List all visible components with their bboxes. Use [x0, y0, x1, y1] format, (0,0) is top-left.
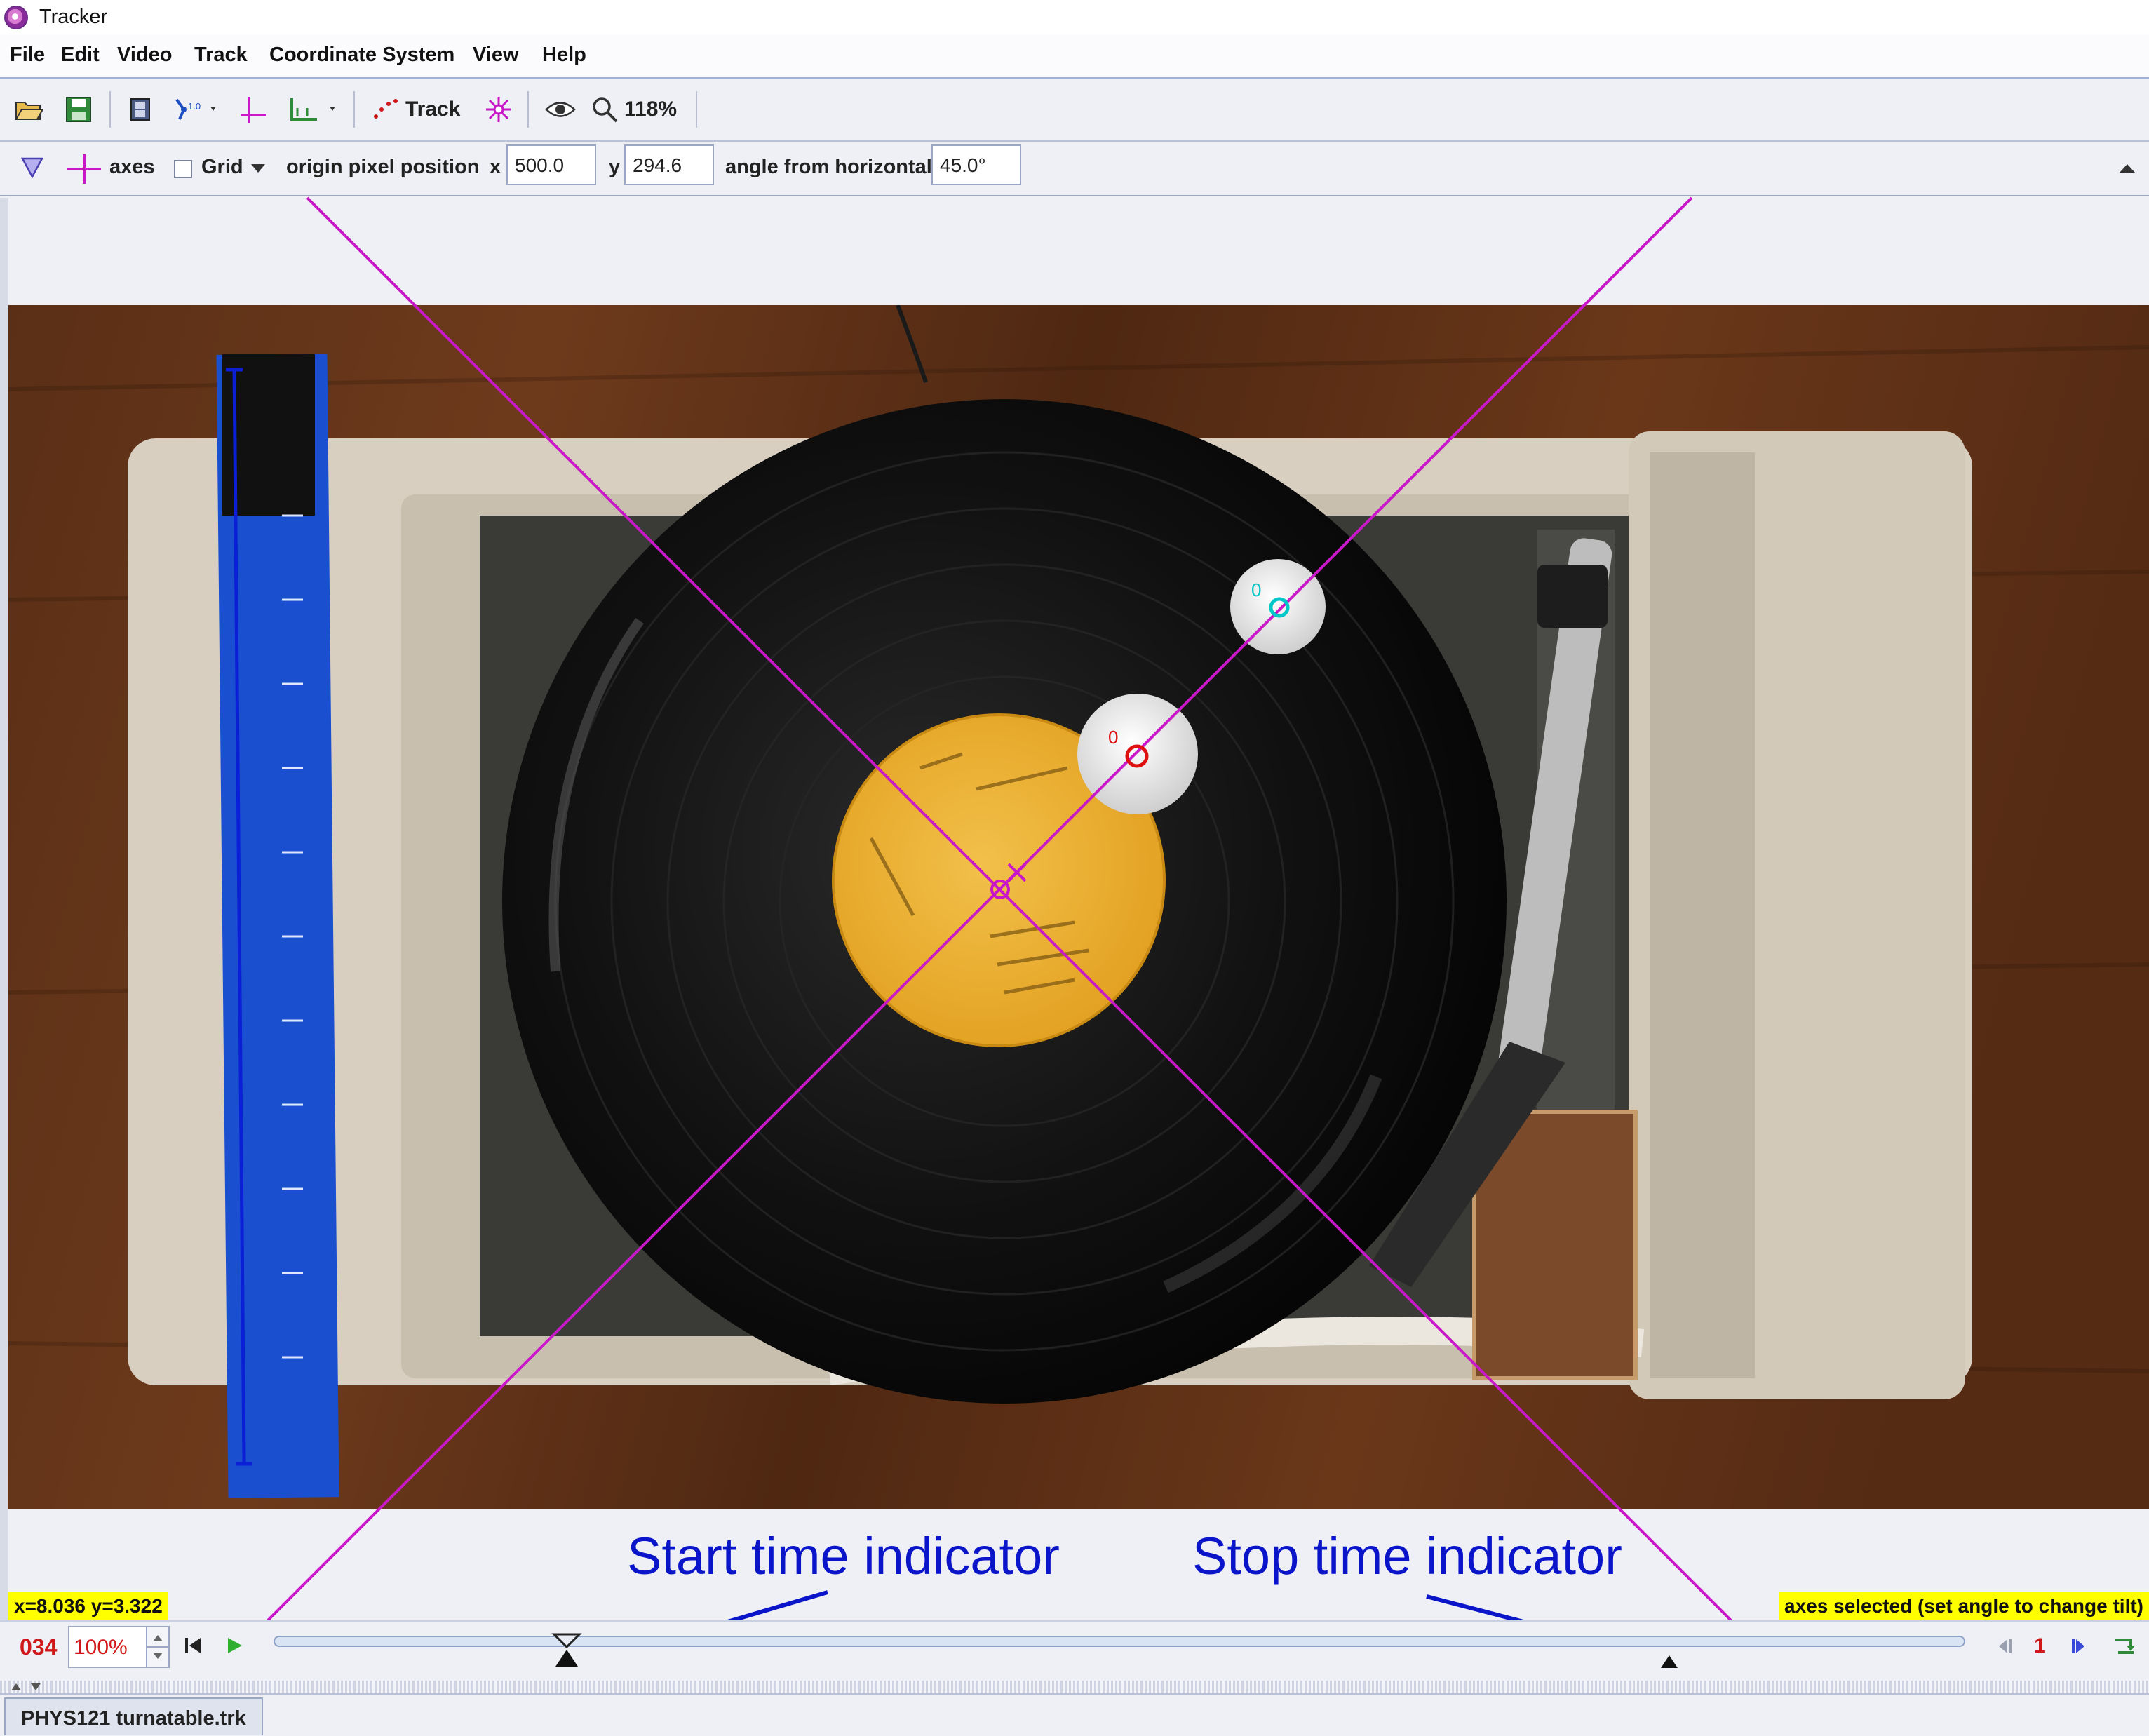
menu-coordinate-system[interactable]: Coordinate System — [269, 43, 454, 67]
toolbar-separator — [696, 91, 697, 128]
zoom-button[interactable]: 118% — [591, 90, 689, 129]
stop-time-indicator-icon[interactable] — [1659, 1654, 1679, 1673]
menu-view[interactable]: View — [473, 43, 519, 67]
grid-label: Grid — [201, 156, 243, 178]
status-message: axes selected (set angle to change tilt) — [1779, 1592, 2149, 1620]
splitter-handle[interactable] — [0, 1681, 2149, 1693]
step-back-icon[interactable] — [1996, 1637, 2014, 1659]
menu-file[interactable]: File — [10, 43, 45, 67]
rate-spinner[interactable] — [146, 1626, 170, 1668]
axes-cross-icon — [66, 153, 102, 189]
tab-strip — [0, 1693, 2149, 1736]
start-time-annotation: Start time indicator — [627, 1527, 1060, 1585]
step-size[interactable]: 1 — [2034, 1634, 2046, 1658]
title-bar — [0, 0, 2149, 35]
menu-track[interactable]: Track — [194, 43, 248, 67]
small-weight — [1230, 559, 1326, 654]
start-time-indicator-icon[interactable] — [550, 1630, 584, 1678]
zoom-icon — [593, 97, 618, 123]
origin-y-field[interactable]: 294.6 — [624, 144, 714, 185]
large-weight — [1077, 694, 1198, 814]
video-clip-icon[interactable] — [125, 90, 156, 129]
menu-video[interactable]: Video — [117, 43, 172, 67]
meter-ruler — [216, 354, 339, 1498]
tab-phys121-turnatable[interactable]: PHYS121 turnatable.trk — [4, 1697, 263, 1735]
menu-help[interactable]: Help — [542, 43, 586, 67]
marker-label-cyan: 0 — [1251, 579, 1262, 600]
save-disk-icon[interactable] — [62, 90, 95, 129]
measuring-tools-icon[interactable] — [286, 90, 342, 129]
marker-label-red: 0 — [1108, 727, 1119, 748]
video-frame[interactable] — [8, 305, 2149, 1510]
origin-y-label: y — [609, 156, 621, 178]
toolbar-separator — [527, 91, 529, 128]
origin-x-field[interactable]: 500.0 — [506, 144, 596, 185]
go-to-start-icon[interactable] — [184, 1636, 202, 1659]
track-menu-triangle-icon[interactable] — [20, 157, 44, 182]
angle-field[interactable]: 45.0° — [931, 144, 1021, 185]
origin-x-label: x — [490, 156, 501, 178]
origin-pixel-position-label: origin pixel position — [286, 156, 480, 178]
coordinate-readout: x=8.036 y=3.322 — [8, 1592, 168, 1620]
toolbar-separator — [353, 91, 355, 128]
zoom-level: 118% — [624, 97, 678, 121]
svg-text:1.0: 1.0 — [188, 101, 201, 112]
tracker-app-icon — [4, 6, 28, 29]
eye-icon[interactable] — [543, 90, 578, 129]
open-folder-icon[interactable] — [13, 90, 46, 129]
video-panel-border — [0, 198, 8, 1622]
stop-time-annotation: Stop time indicator — [1192, 1527, 1622, 1585]
grid-dropdown-icon[interactable] — [250, 163, 267, 177]
step-forward-icon[interactable] — [2069, 1637, 2087, 1659]
autotracker-icon[interactable] — [483, 90, 515, 129]
track-button[interactable]: Track — [372, 90, 470, 129]
axes-icon[interactable] — [236, 90, 271, 129]
grid-checkbox[interactable] — [174, 160, 192, 178]
axes-label: axes — [109, 156, 155, 178]
menu-edit[interactable]: Edit — [61, 43, 100, 67]
angle-label: angle from horizontal — [725, 156, 932, 178]
window-title: Tracker — [39, 6, 108, 28]
toolbar-separator — [109, 91, 111, 128]
play-icon[interactable] — [226, 1636, 244, 1659]
track-button-label: Track — [405, 97, 461, 121]
timeline-slider-track[interactable] — [274, 1636, 1965, 1647]
calibration-tools-icon[interactable]: 1.0 — [171, 90, 223, 129]
track-icon — [374, 99, 398, 119]
loop-icon[interactable] — [2113, 1634, 2136, 1660]
collapse-toolbar-icon[interactable] — [2118, 163, 2136, 177]
frame-number[interactable]: 034 — [20, 1634, 57, 1660]
